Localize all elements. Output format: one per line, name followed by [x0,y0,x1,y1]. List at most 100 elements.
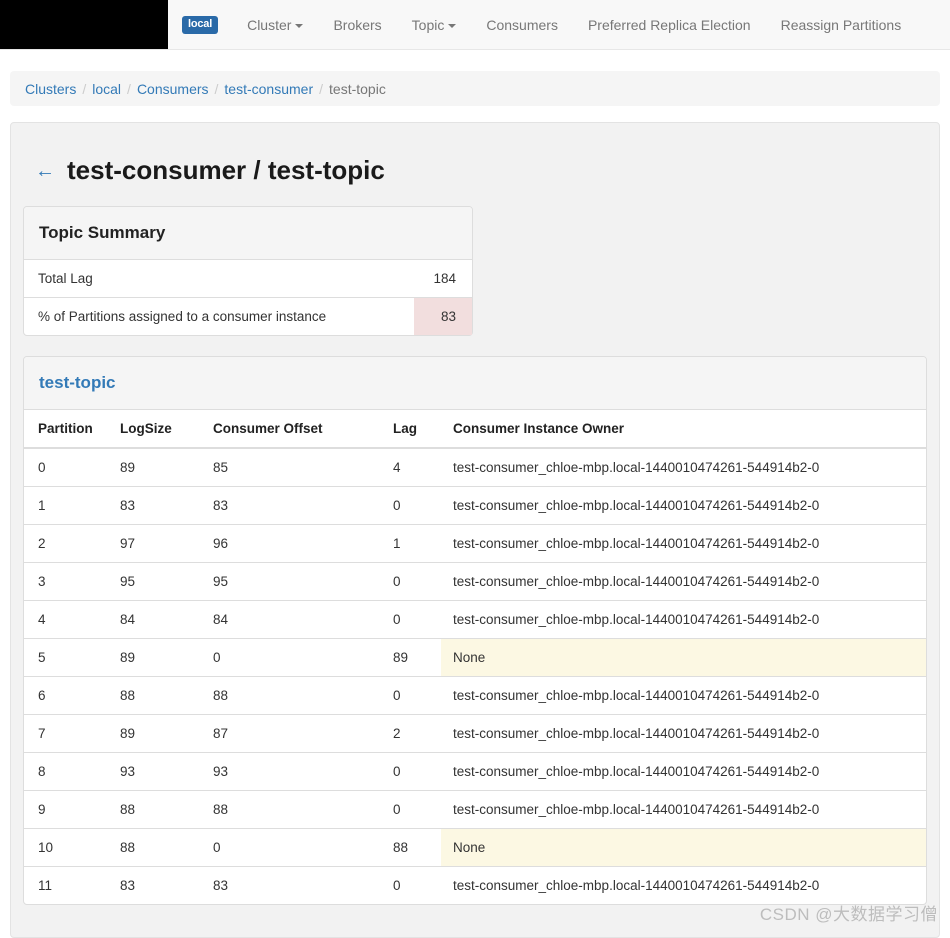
cell-logsize: 84 [116,600,209,639]
breadcrumb-separator: / [214,80,219,97]
cell-consumer-instance-owner: test-consumer_chloe-mbp.local-1440010474… [441,486,926,525]
cell-lag: 0 [389,676,441,715]
cell-partition: 5 [24,638,116,677]
cell-logsize: 88 [116,676,209,715]
cell-partition: 11 [24,866,116,904]
column-header-consumer-instance-owner: Consumer Instance Owner [441,410,926,449]
table-row: 2 97 96 1 test-consumer_chloe-mbp.local-1440… [24,524,926,563]
cell-partition: 3 [24,562,116,601]
topic-summary-table: Total Lag 184 % of Partitions assigned to … [24,260,472,335]
cell-consumer-offset: 83 [209,486,389,525]
cell-consumer-instance-owner: None [441,638,926,677]
cell-partition: 8 [24,752,116,791]
cell-partition: 2 [24,524,116,563]
table-row: 10 88 0 88 None [24,828,926,867]
summary-row: % of Partitions assigned to a consumer i… [24,297,472,335]
back-arrow-icon[interactable]: ← [35,161,55,181]
table-row: 4 84 84 0 test-consumer_chloe-mbp.local-1440… [24,600,926,639]
cell-logsize: 88 [116,828,209,867]
breadcrumb-item-local[interactable]: local [92,81,121,97]
table-row: 5 89 0 89 None [24,638,926,677]
column-header-partition: Partition [24,410,116,449]
cell-consumer-instance-owner: test-consumer_chloe-mbp.local-1440010474… [453,460,820,475]
summary-row-value: 184 [433,271,456,286]
table-row: 8 93 93 0 test-consumer_chloe-mbp.local-1440… [24,752,926,791]
page-title: ← test-consumer / test-topic [35,155,927,186]
breadcrumb-item-test-topic: test-topic [329,80,386,97]
topic-partitions-panel: test-topic Partition LogSize Consumer Of… [23,356,927,905]
partitions-table-head: Partition LogSize Consumer Offset Lag Co… [24,410,926,449]
chevron-down-icon [448,23,457,28]
table-row: 0 89 85 4 test-consumer_chloe-mbp.local-1440… [24,448,926,487]
topic-summary-panel: Topic Summary Total Lag 184 % of Partition… [23,206,473,336]
cell-consumer-instance-owner: test-consumer_chloe-mbp.local-1440010474… [441,562,926,601]
cell-lag: 0 [389,752,441,791]
chevron-down-icon [295,23,304,28]
topic-name-link[interactable]: test-topic [39,373,116,392]
navbar-items: local Cluster Brokers Topic Consumers Prefer… [182,0,916,50]
cell-partition: 1 [24,486,116,525]
cell-logsize: 89 [120,460,136,475]
cell-consumer-offset: 88 [209,676,389,715]
cell-logsize: 95 [116,562,209,601]
table-row: 9 88 88 0 test-consumer_chloe-mbp.local-1440… [24,790,926,829]
cell-consumer-instance-owner: test-consumer_chloe-mbp.local-1440010474… [441,676,926,715]
cell-partition: 6 [24,676,116,715]
cell-consumer-instance-owner: test-consumer_chloe-mbp.local-1440010474… [441,752,926,791]
top-navbar: local Cluster Brokers Topic Consumers Prefer… [0,0,950,50]
topic-partitions-heading: test-topic [24,357,926,410]
topic-summary-body: Total Lag 184 % of Partitions assigned to … [24,260,472,335]
cell-consumer-instance-owner: None [441,828,926,867]
cluster-badge-local[interactable]: local [182,15,219,34]
cell-lag: 0 [389,562,441,601]
table-row: 11 83 83 0 test-consumer_chloe-mbp.local-144… [24,866,926,904]
cell-logsize: 93 [116,752,209,791]
cell-consumer-offset: 84 [209,600,389,639]
nav-item-consumers[interactable]: Consumers [471,0,573,50]
cell-lag: 0 [389,866,441,904]
cell-consumer-offset: 0 [209,638,389,677]
cell-consumer-instance-owner: test-consumer_chloe-mbp.local-1440010474… [441,524,926,563]
navbar-brand-block [0,0,168,49]
cell-consumer-instance-owner: test-consumer_chloe-mbp.local-1440010474… [441,600,926,639]
topic-summary-heading: Topic Summary [24,207,472,260]
column-header-consumer-offset: Consumer Offset [209,410,389,449]
breadcrumb-separator: / [127,80,131,97]
nav-item-cluster[interactable]: Cluster [232,0,318,50]
nav-item-brokers[interactable]: Brokers [318,0,396,50]
table-row: 1 83 83 0 test-consumer_chloe-mbp.local-1440… [24,486,926,525]
cell-logsize: 89 [116,638,209,677]
breadcrumb-item-clusters[interactable]: Clusters [25,81,76,97]
partitions-table-body: 0 89 85 4 test-consumer_chloe-mbp.local-1440… [24,448,926,904]
cell-lag: 0 [389,600,441,639]
cell-consumer-offset: 0 [209,828,389,867]
table-row: 3 95 95 0 test-consumer_chloe-mbp.local-1440… [24,562,926,601]
nav-item-topic[interactable]: Topic [397,0,472,50]
breadcrumb-separator: / [319,80,324,97]
cell-consumer-instance-owner: test-consumer_chloe-mbp.local-1440010474… [441,790,926,829]
column-header-logsize: LogSize [116,410,209,449]
cell-lag: 0 [389,790,441,829]
partitions-table: Partition LogSize Consumer Offset Lag Co… [24,410,926,904]
nav-item-label: Reassign Partitions [780,16,902,33]
cell-partition: 0 [38,460,46,475]
cell-logsize: 97 [116,524,209,563]
breadcrumb-item-test-consumer[interactable]: test-consumer [224,81,313,97]
cell-partition: 9 [24,790,116,829]
cell-consumer-offset: 85 [213,460,229,475]
nav-item-reassign-partitions[interactable]: Reassign Partitions [766,0,917,50]
nav-item-preferred-replica-election[interactable]: Preferred Replica Election [573,0,766,50]
nav-item-label: Preferred Replica Election [587,16,751,33]
summary-row: Total Lag 184 [24,260,472,298]
cell-lag: 0 [389,486,441,525]
breadcrumb-item-consumers[interactable]: Consumers [137,81,209,97]
cell-consumer-offset: 96 [209,524,389,563]
summary-row-label: % of Partitions assigned to a consumer i… [24,297,414,335]
cell-consumer-offset: 88 [209,790,389,829]
page-title-text: test-consumer / test-topic [67,155,385,185]
cell-lag: 2 [389,714,441,753]
cell-consumer-offset: 87 [209,714,389,753]
table-header-row: Partition LogSize Consumer Offset Lag Co… [24,410,926,449]
cell-consumer-instance-owner: test-consumer_chloe-mbp.local-1440010474… [441,714,926,753]
cell-partition: 4 [24,600,116,639]
